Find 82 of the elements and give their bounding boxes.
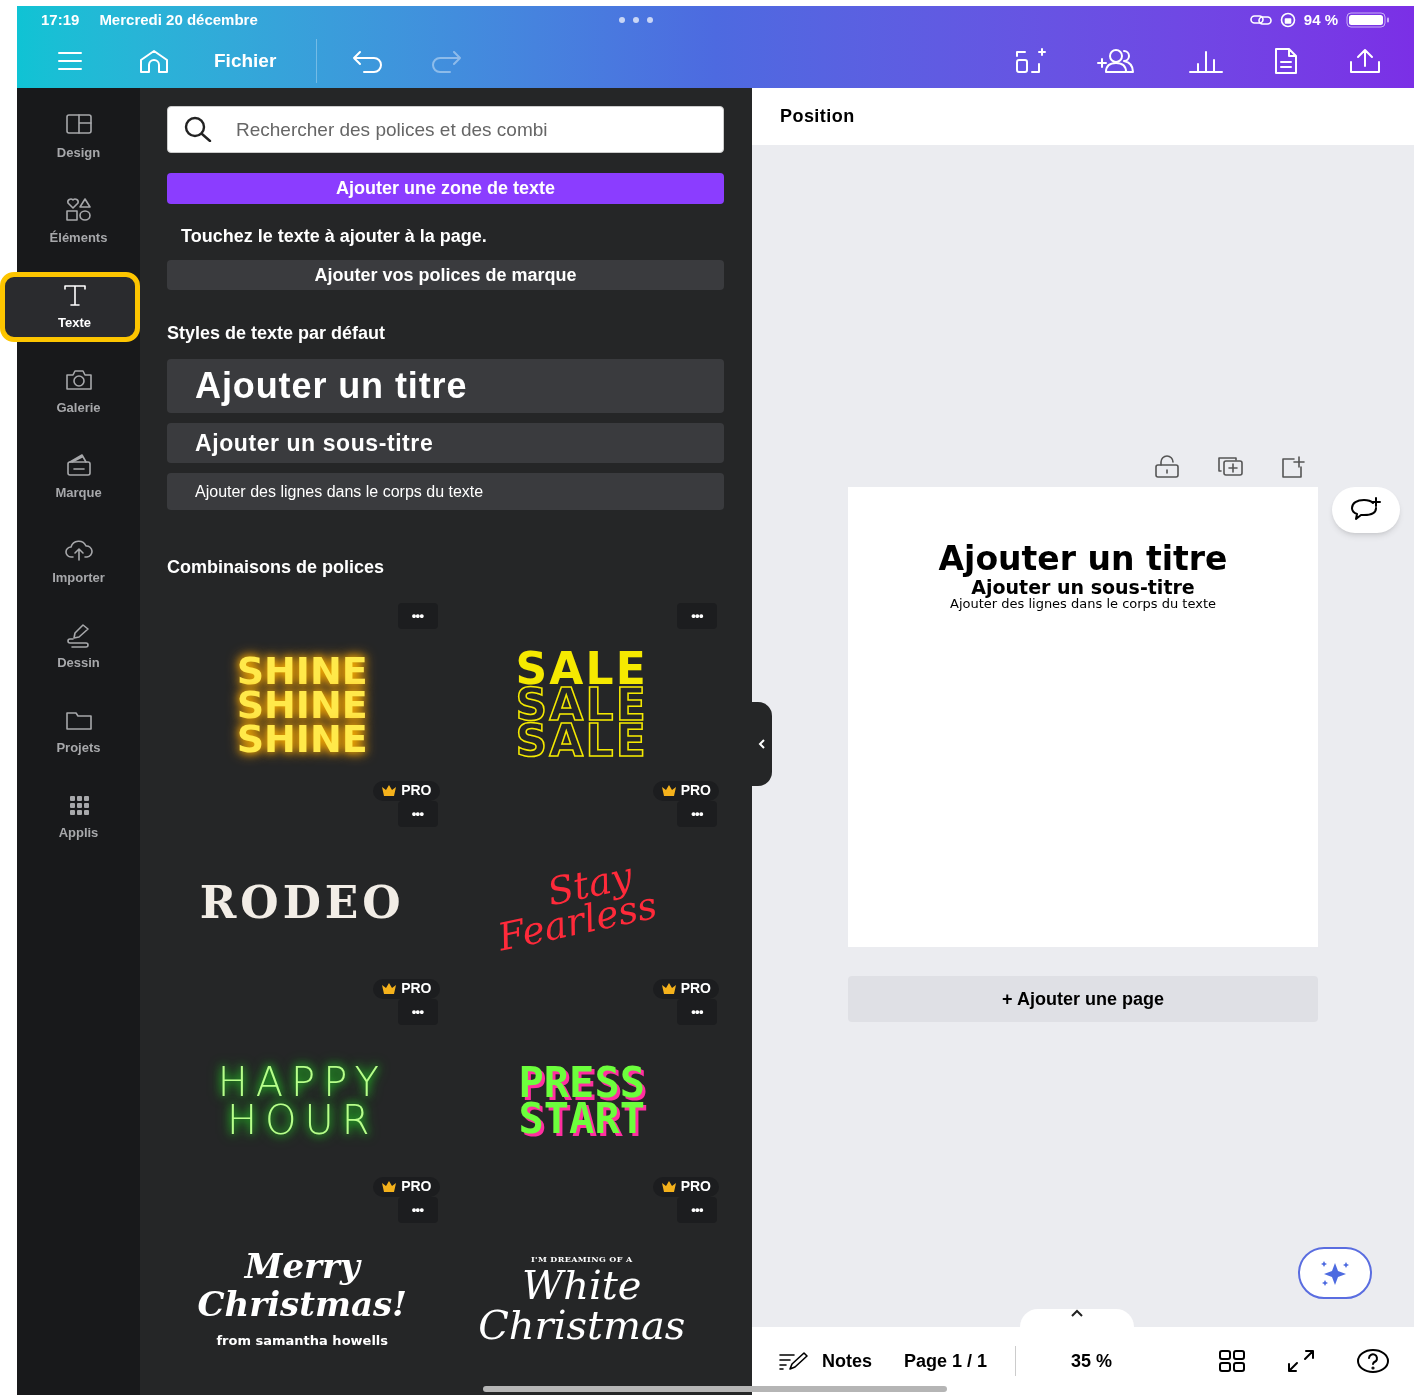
text-style-button[interactable]: Ajouter un sous-titre [167,423,724,464]
more-options-button[interactable]: ••• [397,801,438,827]
document-icon [1272,47,1300,75]
more-options-button[interactable]: ••• [397,603,438,629]
add-page-icon[interactable] [1280,455,1306,479]
add-text-box-button[interactable]: Ajouter une zone de texte [167,173,724,204]
font-combo-preview: HAPPY HOUR [217,1063,387,1139]
more-options-button[interactable]: ••• [677,999,717,1025]
sidebar-item[interactable]: Galerie [0,357,140,427]
badge-label: PRO [401,979,432,999]
crown-icon [660,1181,677,1193]
badge-label: PRO [401,781,432,801]
add-comment-button[interactable] [1332,487,1400,533]
bar-chart-icon [1188,48,1224,74]
sidebar-item[interactable]: Marque [0,442,140,512]
text-style-button[interactable]: Ajouter des lignes dans le corps du texte [167,473,724,510]
sidebar-item[interactable]: Texte [0,272,140,342]
magic-resize-button[interactable] [1014,47,1048,75]
section-heading: Combinaisons de polices [167,556,386,579]
search-field[interactable]: Rechercher des polices et des combi [167,106,724,153]
status-time: 17:19 [41,9,80,30]
more-dots-icon [617,16,654,24]
badge-label: PRO [680,1177,711,1197]
section-heading: Styles de texte par défaut [167,322,387,346]
sidebar-item[interactable]: Éléments [0,187,140,257]
home-icon [138,48,170,74]
sidebar-item[interactable]: Design [0,102,140,172]
badge-label: PRO [401,1177,432,1197]
sidebar-item[interactable]: Dessin [0,612,140,682]
grid-view-icon[interactable] [1218,1349,1246,1373]
chevron-left-icon [758,738,766,750]
more-options-button[interactable]: ••• [677,801,717,827]
add-page-button[interactable]: + Ajouter une page [848,976,1318,1022]
status-date: Mercredi 20 décembre [99,9,258,30]
sidebar-item[interactable]: Projets [0,697,140,767]
share-button[interactable] [1348,48,1382,74]
menu-icon [57,51,83,71]
sidebar-item[interactable]: Applis [0,782,140,852]
hint-text: Touchez le texte à ajouter à la page. [181,224,488,248]
page-indicator: Page 1 / 1 [904,1349,988,1373]
rotation-lock-icon [1279,12,1296,28]
zoom-level[interactable]: 35 % [1071,1347,1113,1375]
badge-label: PRO [680,781,711,801]
crown-icon [660,983,677,995]
text-style-button[interactable]: Ajouter un titre [167,359,724,414]
notes-button[interactable]: Notes [778,1347,872,1375]
font-combo-preview: RODEO [199,876,405,930]
battery-icon [1346,11,1390,29]
page-body-text[interactable]: Ajouter des lignes dans le corps du texte [950,597,1216,611]
crown-icon [381,983,398,995]
badge-label: PRO [680,979,711,999]
insights-button[interactable] [1188,48,1224,74]
redo-icon [429,49,464,73]
collapse-handle[interactable] [752,702,772,786]
duplicate-icon[interactable] [1216,455,1244,477]
help-icon[interactable] [1356,1348,1390,1374]
brand-fonts-button[interactable]: Ajouter vos polices de marque [167,259,724,291]
sidebar-item[interactable]: Importer [0,527,140,597]
link-icon [1249,13,1272,27]
upload-icon [1348,48,1382,74]
more-options-button[interactable]: ••• [677,603,717,629]
font-combo-preview: SHINE SHINE SHINE [236,654,368,756]
resize-sparkle-icon [1014,47,1048,75]
fullscreen-icon[interactable] [1286,1349,1316,1373]
font-combo-preview: SALE SALE SALE [515,651,649,759]
font-combo-preview: I'M DREAMING OF A White Christmas [478,1253,686,1345]
crown-icon [660,785,677,797]
more-options-button[interactable]: ••• [397,1197,438,1223]
battery-percent: 94 % [1303,9,1338,30]
font-combo-preview: PRESS START [518,1065,645,1137]
more-options-button[interactable]: ••• [397,999,438,1025]
document-button[interactable] [1272,47,1300,75]
magic-assistant-button[interactable] [1298,1247,1372,1299]
crown-icon [381,1181,398,1193]
font-combo-preview: Merry Christmas! from samantha howells [197,1247,407,1351]
notes-pen-icon [778,1351,810,1371]
page-subtitle-text[interactable]: Ajouter un sous-titre [971,577,1195,597]
more-options-button[interactable]: ••• [677,1197,717,1223]
header-title: Position [780,105,855,128]
caret-up-icon[interactable] [1070,1309,1084,1317]
crown-icon [381,785,398,797]
lock-icon[interactable] [1154,455,1180,479]
